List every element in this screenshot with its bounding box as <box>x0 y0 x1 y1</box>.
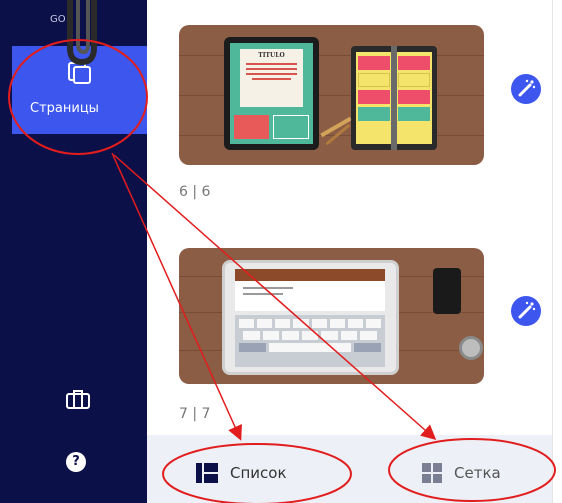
page-number-7: 7 | 7 <box>179 406 211 422</box>
mouse-mockup <box>459 336 483 360</box>
tablet-title: TITULO <box>258 52 285 59</box>
magic-wand-button[interactable] <box>511 296 541 326</box>
ipad-mockup <box>222 260 399 375</box>
scrollbar-track[interactable] <box>552 0 562 503</box>
magic-wand-button[interactable] <box>511 74 541 104</box>
briefcase-icon[interactable] <box>66 389 90 409</box>
magic-wand-icon <box>518 79 536 97</box>
magic-wand-icon <box>518 301 536 319</box>
paperclip-decoration <box>67 0 97 66</box>
page-thumbnail-6[interactable]: TITULO <box>179 25 484 165</box>
list-view-label: Список <box>230 464 287 482</box>
list-view-icon <box>196 463 218 483</box>
grid-view-icon <box>422 463 442 483</box>
grid-view-button[interactable]: Сетка <box>422 458 501 488</box>
tablet-mockup: TITULO <box>224 37 319 150</box>
sidebar-item-label: Страницы <box>30 101 99 116</box>
sidebar: GO Страницы ? <box>0 0 149 503</box>
grid-view-label: Сетка <box>454 464 501 482</box>
list-view-button[interactable]: Список <box>196 458 287 488</box>
page-thumbnail-7[interactable] <box>179 248 484 384</box>
planner-mockup <box>351 46 437 150</box>
phone-mockup <box>433 268 461 314</box>
page-number-6: 6 | 6 <box>179 184 211 200</box>
help-icon[interactable]: ? <box>66 452 86 472</box>
app-window: GO Страницы ? TITULO 6 | 6 7 | 7 Список … <box>0 0 562 503</box>
